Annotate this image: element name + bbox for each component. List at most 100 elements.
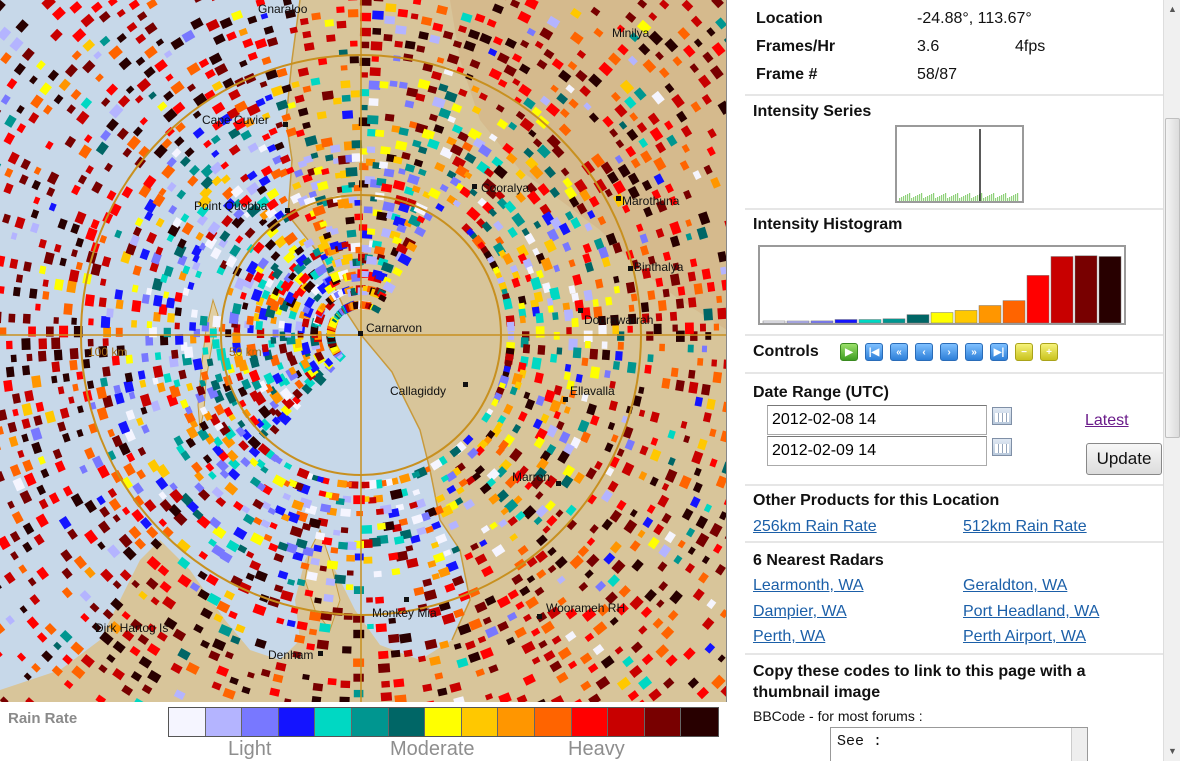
- precipitation-cell: [550, 353, 558, 363]
- histogram-bar: [882, 318, 906, 324]
- precipitation-cell: [157, 564, 170, 577]
- precipitation-cell: [76, 371, 84, 380]
- precipitation-cell: [325, 154, 334, 162]
- precipitation-cell: [496, 595, 511, 609]
- page-scrollbar[interactable]: ▲ ▼: [1163, 0, 1180, 761]
- scroll-thumb[interactable]: [1165, 118, 1180, 438]
- precipitation-cell: [546, 515, 558, 527]
- start-date-field[interactable]: [767, 405, 987, 435]
- town-marker: [578, 308, 583, 313]
- calendar-icon[interactable]: [992, 438, 1012, 456]
- precipitation-cell: [438, 83, 449, 93]
- precipitation-cell: [493, 220, 504, 232]
- precipitation-cell: [534, 372, 544, 384]
- precipitation-cell: [578, 581, 589, 592]
- precipitation-cell: [621, 462, 635, 477]
- precipitation-cell: [346, 570, 354, 576]
- precipitation-cell: [498, 518, 508, 528]
- precipitation-cell: [458, 478, 469, 488]
- precipitation-cell: [592, 621, 608, 636]
- precipitation-cell: [22, 313, 31, 324]
- radar-link-port-headland[interactable]: Port Headland, WA: [963, 603, 1099, 621]
- precipitation-cell: [146, 643, 161, 657]
- series-bar: [963, 196, 965, 201]
- precipitation-cell: [330, 144, 341, 154]
- legend-color-scale: [168, 707, 719, 737]
- precipitation-cell: [336, 20, 347, 29]
- histogram-bar: [1050, 256, 1074, 324]
- calendar-icon[interactable]: [992, 407, 1012, 425]
- precipitation-cell: [291, 80, 300, 89]
- precipitation-cell: [607, 421, 616, 431]
- radar-link-learmonth[interactable]: Learmonth, WA: [753, 577, 864, 595]
- precipitation-cell: [535, 395, 546, 407]
- radar-link-perth-airport[interactable]: Perth Airport, WA: [963, 628, 1086, 646]
- first-frame-icon[interactable]: |◀: [865, 343, 883, 361]
- town-marker: [285, 208, 290, 213]
- previous-frame-icon[interactable]: ‹: [915, 343, 933, 361]
- fast-forward-icon[interactable]: »: [965, 343, 983, 361]
- precipitation-cell: [270, 336, 277, 344]
- series-bar: [1011, 196, 1013, 201]
- precipitation-cell: [204, 335, 211, 343]
- play-icon[interactable]: ▶: [840, 343, 858, 361]
- precipitation-cell: [373, 570, 382, 578]
- precipitation-cell: [439, 146, 454, 159]
- latest-link[interactable]: Latest: [1085, 412, 1129, 430]
- series-bar: [915, 196, 917, 201]
- radar-link-dampier[interactable]: Dampier, WA: [753, 603, 847, 621]
- last-frame-icon[interactable]: ▶|: [990, 343, 1008, 361]
- precipitation-cell: [556, 575, 566, 585]
- precipitation-cell: [592, 644, 605, 656]
- precipitation-cell: [584, 632, 595, 643]
- intensity-series-plot: [899, 129, 1019, 201]
- precipitation-cell: [649, 476, 659, 487]
- precipitation-cell: [507, 611, 518, 622]
- precipitation-cell: [556, 671, 569, 684]
- precipitation-cell: [442, 30, 454, 40]
- precipitation-cell: [350, 90, 360, 98]
- precipitation-cell: [535, 491, 544, 500]
- precipitation-cell: [388, 552, 399, 561]
- radar-map[interactable]: Gnaraloo Cape Cuvier Point Quobba Cooral…: [0, 0, 727, 702]
- precipitation-cell: [688, 369, 696, 379]
- textarea-scrollbar[interactable]: [1071, 728, 1087, 761]
- legend-swatch: [278, 708, 316, 736]
- precipitation-cell: [434, 672, 444, 680]
- precipitation-cell: [174, 322, 180, 330]
- precipitation-cell: [573, 471, 585, 485]
- town-marker: [537, 614, 542, 619]
- precipitation-cell: [353, 673, 364, 682]
- precipitation-cell: [704, 642, 716, 654]
- radar-link-perth[interactable]: Perth, WA: [753, 628, 825, 646]
- precipitation-cell: [531, 656, 541, 665]
- precipitation-cell: [131, 300, 142, 313]
- series-bar: [1007, 198, 1009, 201]
- bbcode-textarea[interactable]: See :: [830, 727, 1088, 761]
- scroll-down-icon[interactable]: ▼: [1166, 745, 1179, 758]
- series-bar: [995, 198, 997, 201]
- precipitation-cell: [141, 684, 153, 695]
- product-link-512km[interactable]: 512km Rain Rate: [963, 518, 1087, 536]
- precipitation-cell: [618, 585, 631, 598]
- precipitation-cell: [698, 572, 709, 584]
- scroll-up-icon[interactable]: ▲: [1166, 3, 1179, 16]
- update-button[interactable]: Update: [1086, 443, 1162, 475]
- precipitation-cell: [641, 653, 654, 666]
- end-date-field[interactable]: [767, 436, 987, 466]
- slower-icon[interactable]: −: [1015, 343, 1033, 361]
- radar-link-geraldton[interactable]: Geraldton, WA: [963, 577, 1067, 595]
- series-bar: [993, 193, 995, 201]
- product-link-256km[interactable]: 256km Rain Rate: [753, 518, 877, 536]
- precipitation-cell: [366, 115, 379, 125]
- next-frame-icon[interactable]: ›: [940, 343, 958, 361]
- series-bar: [977, 195, 979, 201]
- precipitation-cell: [629, 508, 638, 518]
- intensity-histogram-chart: [758, 245, 1126, 325]
- rewind-icon[interactable]: «: [890, 343, 908, 361]
- precipitation-cell: [319, 623, 331, 633]
- precipitation-cell: [149, 327, 157, 338]
- precipitation-cell: [614, 646, 624, 655]
- precipitation-cell: [534, 586, 545, 597]
- faster-icon[interactable]: +: [1040, 343, 1058, 361]
